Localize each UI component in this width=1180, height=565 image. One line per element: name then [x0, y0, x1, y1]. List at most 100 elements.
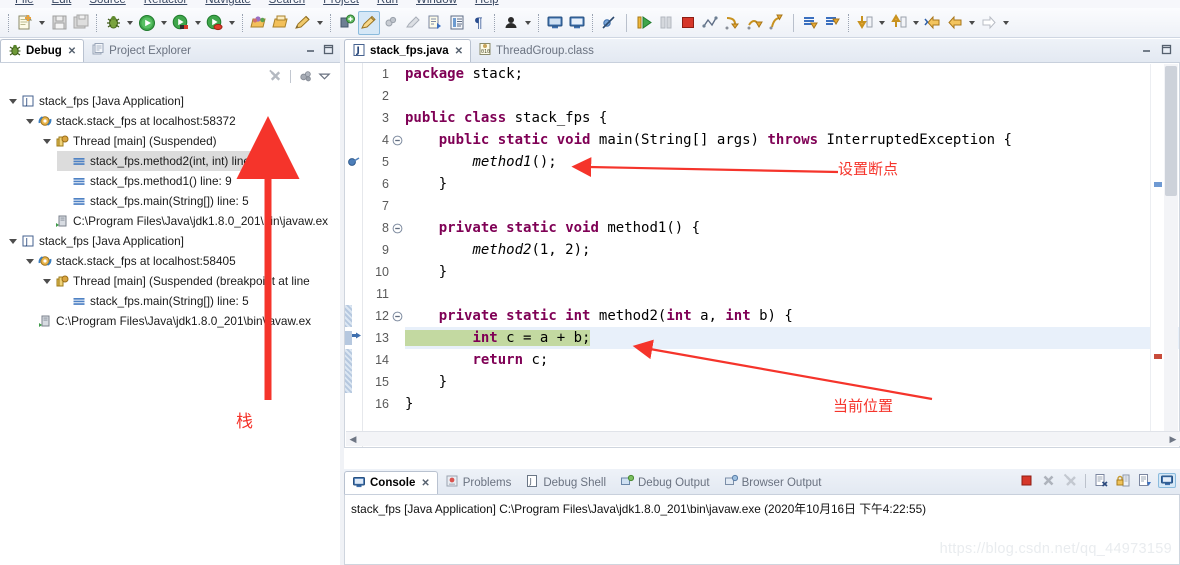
- menu-item-window[interactable]: Window: [407, 0, 466, 8]
- fold-collapse-icon[interactable]: [391, 217, 405, 239]
- display-console-icon[interactable]: [1158, 473, 1176, 488]
- table-icon[interactable]: [446, 11, 468, 35]
- close-icon[interactable]: ✕: [421, 478, 429, 489]
- ruler-cell[interactable]: [345, 63, 362, 85]
- thread-group-icon[interactable]: [298, 69, 313, 84]
- debug-stack-tree[interactable]: Jstack_fps [Java Application] stack.stack…: [0, 91, 340, 565]
- tree-row[interactable]: stack_fps.main(String[]) line: 5: [0, 191, 340, 211]
- new-file-icon[interactable]: [14, 11, 36, 35]
- tree-row[interactable]: C:\Program Files\Java\jdk1.8.0_201\bin\j…: [0, 311, 340, 331]
- previous-annotation-icon[interactable]: [822, 11, 844, 35]
- tree-row[interactable]: stack_fps.method1() line: 9: [0, 171, 340, 191]
- code-line[interactable]: method2(1, 2);: [405, 239, 1179, 261]
- ruler-cell[interactable]: [345, 283, 362, 305]
- editor-horizontal-scrollbar[interactable]: ◀ ▶: [346, 431, 1180, 446]
- back-dropdown[interactable]: [966, 11, 978, 35]
- menu-item-search[interactable]: Search: [260, 0, 314, 8]
- terminate-icon[interactable]: [677, 11, 699, 35]
- remove-all-terminated-icon[interactable]: [268, 69, 283, 84]
- ruler-cell[interactable]: [345, 195, 362, 217]
- back-icon[interactable]: [944, 11, 966, 35]
- close-icon[interactable]: ✕: [455, 46, 463, 57]
- step-over-icon[interactable]: [743, 11, 765, 35]
- overview-ruler[interactable]: [1150, 64, 1164, 432]
- new-java-project-icon[interactable]: [336, 11, 358, 35]
- method-range-indicator[interactable]: [345, 371, 362, 393]
- run-coverage-icon[interactable]: [170, 11, 192, 35]
- forward-dropdown[interactable]: [1000, 11, 1012, 35]
- run-icon[interactable]: [136, 11, 158, 35]
- next-edit-icon[interactable]: [854, 11, 876, 35]
- paragraph-icon[interactable]: ¶: [468, 11, 490, 35]
- open-task-icon[interactable]: [270, 11, 292, 35]
- tree-row[interactable]: Jstack_fps [Java Application]: [0, 91, 340, 111]
- ruler-cell[interactable]: [345, 107, 362, 129]
- code-line[interactable]: private static int method2(int a, int b)…: [405, 305, 1179, 327]
- tab-console[interactable]: Console ✕: [344, 471, 438, 494]
- view-menu-icon[interactable]: [317, 69, 332, 84]
- maximize-icon[interactable]: [1159, 42, 1174, 57]
- chevron-down-icon[interactable]: [23, 111, 36, 131]
- scroll-left-icon[interactable]: ◀: [346, 434, 360, 445]
- remove-all-launches-icon[interactable]: [1061, 473, 1079, 488]
- pencil-dropdown[interactable]: [314, 11, 326, 35]
- run-dropdown[interactable]: [158, 11, 170, 35]
- new-file-dropdown[interactable]: [36, 11, 48, 35]
- code-line[interactable]: private static void method1() {: [405, 217, 1179, 239]
- step-return-icon[interactable]: [765, 11, 787, 35]
- code-line[interactable]: public static void main(String[] args) t…: [405, 129, 1179, 151]
- editor-vertical-scrollbar[interactable]: [1164, 64, 1178, 432]
- maximize-icon[interactable]: [321, 42, 336, 57]
- ruler-cell[interactable]: [345, 239, 362, 261]
- menu-item-project[interactable]: Project: [314, 0, 368, 8]
- resume-icon[interactable]: [633, 11, 655, 35]
- run-coverage-dropdown[interactable]: [192, 11, 204, 35]
- scrollbar-thumb[interactable]: [1165, 66, 1177, 196]
- highlight-icon[interactable]: [358, 10, 380, 35]
- ruler-cell[interactable]: [345, 129, 362, 151]
- run-error-dropdown[interactable]: [226, 11, 238, 35]
- code-line[interactable]: [405, 283, 1179, 305]
- remove-launch-icon[interactable]: [1039, 473, 1057, 488]
- back-to-icon[interactable]: [922, 11, 944, 35]
- fold-collapse-icon[interactable]: [391, 305, 405, 327]
- debug-dropdown[interactable]: [124, 11, 136, 35]
- chevron-down-icon[interactable]: [40, 271, 53, 291]
- menu-item-file[interactable]: File: [6, 0, 43, 8]
- tab-stack-fps-java[interactable]: J stack_fps.java ✕: [344, 39, 472, 62]
- code-line[interactable]: }: [405, 261, 1179, 283]
- ruler-cell[interactable]: [345, 393, 362, 415]
- folding-ruler[interactable]: [391, 63, 405, 447]
- tab-problems[interactable]: Problems: [438, 471, 519, 494]
- code-line[interactable]: [405, 85, 1179, 107]
- pencil-icon[interactable]: [292, 11, 314, 35]
- next-annotation-icon[interactable]: [800, 11, 822, 35]
- console-view-icon[interactable]: [544, 11, 566, 35]
- code-line[interactable]: return c;: [405, 349, 1179, 371]
- terminate-icon[interactable]: [1017, 473, 1035, 488]
- chevron-down-icon[interactable]: [23, 251, 36, 271]
- tab-debug-shell[interactable]: J Debug Shell: [518, 471, 613, 494]
- display-view-icon[interactable]: [566, 11, 588, 35]
- tab-project-explorer[interactable]: Project Explorer: [84, 39, 198, 62]
- external-tools-icon[interactable]: [424, 11, 446, 35]
- run-error-icon[interactable]: [204, 11, 226, 35]
- minimize-icon[interactable]: [303, 42, 318, 57]
- tab-threadgroup-class[interactable]: 010 ThreadGroup.class: [471, 39, 601, 62]
- code-line[interactable]: }: [405, 371, 1179, 393]
- breakpoint-marker-icon[interactable]: [345, 151, 362, 173]
- code-line[interactable]: public class stack_fps {: [405, 107, 1179, 129]
- tree-row[interactable]: stack.stack_fps at localhost:58405: [0, 251, 340, 271]
- person-icon[interactable]: [500, 11, 522, 35]
- code-line[interactable]: package stack;: [405, 63, 1179, 85]
- tree-row-selected[interactable]: stack_fps.method2(int, int) line: 13: [57, 151, 281, 171]
- tab-debug[interactable]: Debug ✕: [0, 39, 85, 62]
- open-type-icon[interactable]: [248, 11, 270, 35]
- code-text-area[interactable]: package stack; public class stack_fps { p…: [405, 63, 1179, 447]
- current-instruction-pointer-icon[interactable]: [345, 327, 362, 349]
- menu-item-source[interactable]: Source: [80, 0, 134, 8]
- tree-row[interactable]: C:\Program Files\Java\jdk1.8.0_201\bin\j…: [0, 211, 340, 231]
- method-range-indicator[interactable]: [345, 349, 362, 371]
- step-into-icon[interactable]: [721, 11, 743, 35]
- scroll-right-icon[interactable]: ▶: [1166, 434, 1180, 445]
